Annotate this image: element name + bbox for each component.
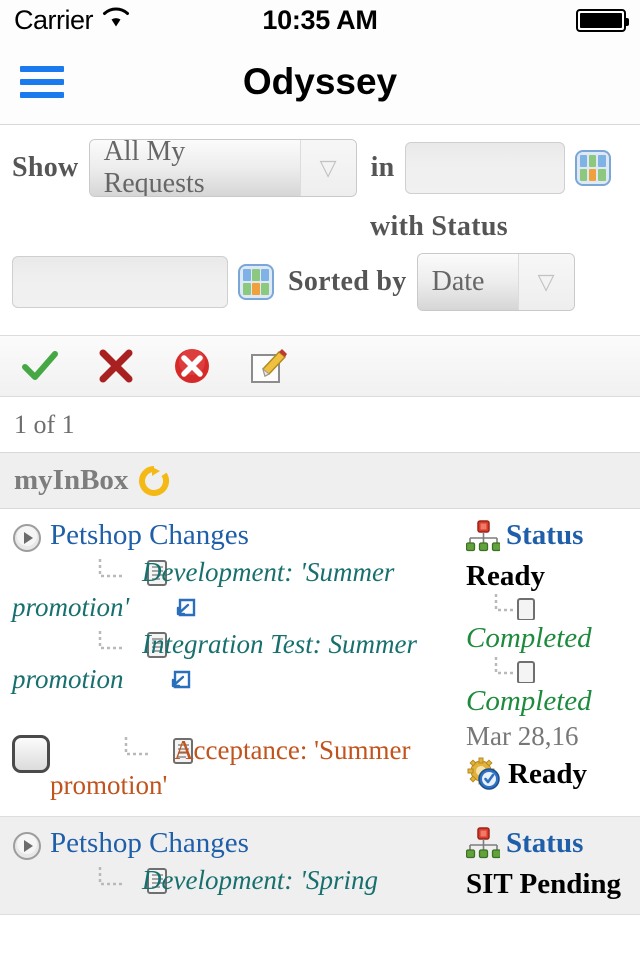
document-icon xyxy=(106,560,167,586)
hierarchy-icon xyxy=(465,827,502,859)
final-status-value: Ready xyxy=(508,757,587,790)
show-dropdown-value: All My Requests xyxy=(89,140,300,196)
play-circle-icon[interactable] xyxy=(12,831,42,861)
request-detail-column: Petshop Changes Development: 'Spring xyxy=(12,827,462,902)
red-x-icon[interactable] xyxy=(96,346,136,386)
status-value: SIT Pending xyxy=(466,867,622,900)
document-icon xyxy=(106,867,167,894)
sorted-by-label: Sorted by xyxy=(288,266,407,297)
status-value: Ready xyxy=(466,560,545,592)
request-child-item[interactable]: Development: 'Summer promotion' xyxy=(12,555,462,625)
tree-connector-icon xyxy=(52,559,122,585)
in-input[interactable] xyxy=(404,142,565,194)
pagination-count: 1 of 1 xyxy=(0,397,640,453)
clock-time: 10:35 AM xyxy=(262,4,378,35)
page-title: Odyssey xyxy=(242,61,398,102)
filter-row-with-status: with Status xyxy=(0,211,640,243)
request-title: Petshop Changes xyxy=(50,519,249,551)
final-status-row: Ready xyxy=(466,756,628,792)
request-title-line[interactable]: Petshop Changes xyxy=(12,519,462,553)
red-circle-x-icon[interactable] xyxy=(172,346,212,386)
request-child-text: Development: 'Spring xyxy=(142,864,378,895)
status-label: Status xyxy=(506,519,584,551)
request-title: Petshop Changes xyxy=(50,826,249,859)
battery-full-icon xyxy=(576,8,629,32)
hierarchy-icon xyxy=(465,519,502,552)
tree-connector-icon xyxy=(84,737,148,763)
sorted-by-value: Date xyxy=(417,254,518,310)
status-bar-right xyxy=(576,8,629,32)
tree-connector-icon xyxy=(490,656,544,684)
status-header: Status xyxy=(465,826,628,860)
calendar-grid-icon-status[interactable] xyxy=(238,264,274,300)
status-value: Completed xyxy=(466,622,592,655)
show-dropdown[interactable]: All My Requests ▽ xyxy=(88,139,357,197)
table-row[interactable]: Petshop Changes Development: 'Spring Sta… xyxy=(0,816,640,915)
status-value: Completed xyxy=(466,684,592,717)
chevron-down-icon: ▽ xyxy=(299,140,356,196)
calendar-grid-icon-in[interactable] xyxy=(574,150,611,186)
tree-connector-icon xyxy=(52,631,122,657)
chevron-down-icon: ▽ xyxy=(517,254,574,310)
document-icon xyxy=(138,738,193,765)
request-child-item[interactable]: Development: 'Spring xyxy=(12,863,462,898)
request-status-column: Status SIT Pending xyxy=(462,827,628,902)
sorted-by-dropdown[interactable]: Date ▽ xyxy=(416,253,575,311)
inbox-section-header: myInBox xyxy=(0,453,640,509)
tree-connector-icon xyxy=(490,594,544,622)
edit-pencil-icon[interactable] xyxy=(248,346,288,386)
request-child-item[interactable]: Integration Test: Summer promotion xyxy=(12,627,462,697)
acceptance-item[interactable]: Acceptance: 'Summer promotion' xyxy=(50,733,462,803)
request-status-column: Status Ready Completed Completed Mar 28,… xyxy=(462,519,628,804)
acceptance-row: Acceptance: 'Summer promotion' xyxy=(12,731,462,803)
inbox-title: myInBox xyxy=(14,464,129,496)
external-link-icon[interactable] xyxy=(128,664,190,689)
request-title-line[interactable]: Petshop Changes xyxy=(12,827,462,861)
filter-panel: Show All My Requests ▽ in with Status So… xyxy=(0,125,640,335)
filter-row-show: Show All My Requests ▽ in xyxy=(0,139,640,197)
request-date: Mar 28,16 xyxy=(466,720,579,751)
nav-bar: Odyssey xyxy=(0,40,640,125)
green-check-icon[interactable] xyxy=(20,346,60,386)
status-bar: Carrier 10:35 AM xyxy=(0,0,640,40)
action-toolbar xyxy=(0,335,640,397)
filter-row-sort: Sorted by Date ▽ xyxy=(0,253,640,311)
play-circle-icon[interactable] xyxy=(12,523,42,553)
refresh-circle-icon[interactable] xyxy=(138,465,170,497)
checkbox-unchecked-icon[interactable] xyxy=(12,735,50,774)
with-status-label: with Status xyxy=(370,211,508,242)
gear-check-icon xyxy=(466,757,502,791)
status-input[interactable] xyxy=(12,256,228,308)
external-link-icon[interactable] xyxy=(133,592,196,617)
hamburger-menu-icon[interactable] xyxy=(20,66,64,98)
status-header: Status xyxy=(465,519,628,552)
in-label: in xyxy=(370,152,395,183)
request-detail-column: Petshop Changes Development: 'Summer pro… xyxy=(12,519,462,804)
document-icon xyxy=(106,632,167,659)
tree-connector-icon xyxy=(52,866,122,893)
table-row[interactable]: Petshop Changes Development: 'Summer pro… xyxy=(0,509,640,817)
show-label: Show xyxy=(12,152,79,183)
status-label: Status xyxy=(506,826,584,859)
